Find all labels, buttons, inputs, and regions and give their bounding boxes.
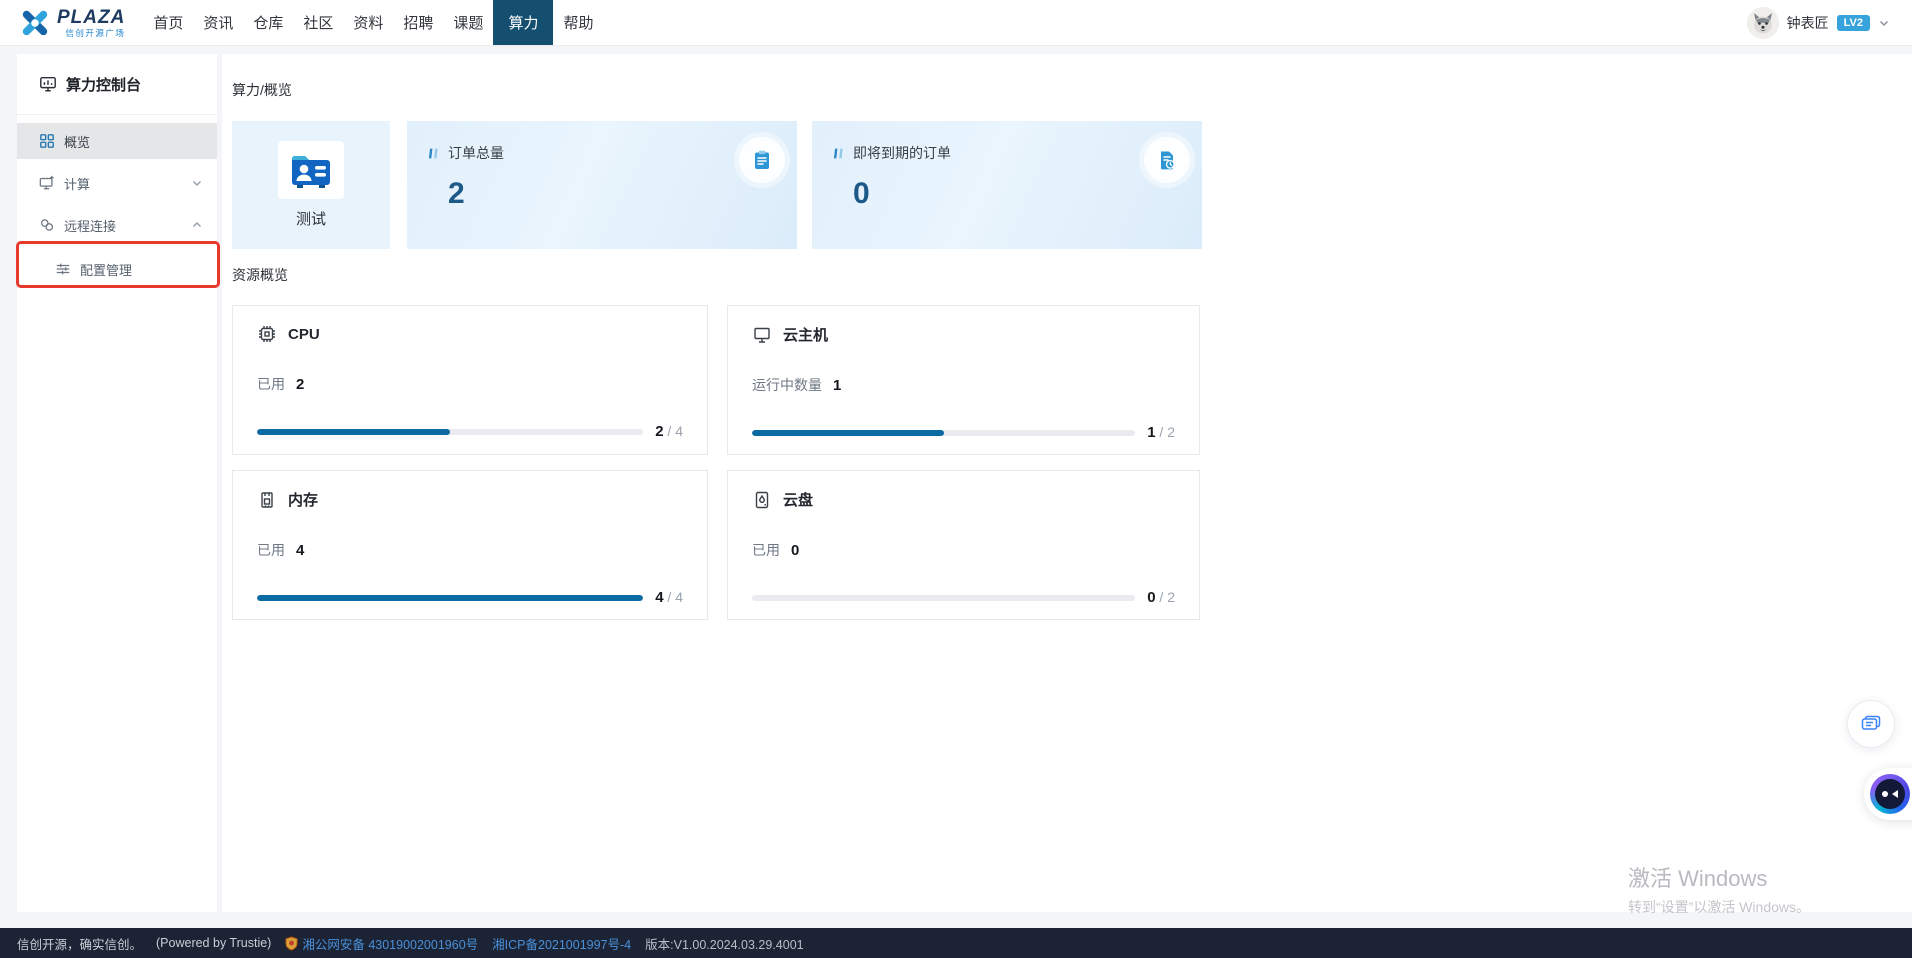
double-bar-icon (427, 147, 440, 160)
brand-subtitle: 信创开源广场 (57, 29, 125, 38)
nav-item-docs[interactable]: 资料 (343, 0, 393, 45)
footer-version: 版本:V1.00.2024.03.29.4001 (645, 934, 803, 953)
breadcrumb: 算力/概览 (232, 80, 292, 100)
robot-face-icon (1870, 774, 1910, 814)
main-panel: 算力/概览 测试 (222, 54, 1912, 912)
footer-slogan: 信创开源，确实信创。 (17, 934, 142, 953)
stat-card-value: 2 (448, 177, 777, 211)
cloud-host-icon (752, 325, 772, 345)
chevron-up-icon (191, 219, 203, 231)
contact-folder-icon (278, 141, 344, 199)
nav-item-community[interactable]: 社区 (293, 0, 343, 45)
cloud-disk-icon (752, 490, 772, 510)
nav-item-home[interactable]: 首页 (143, 0, 193, 45)
stat-card-total-orders: 订单总量 2 (407, 121, 797, 249)
footer-powered-by: (Powered by Trustie) (156, 936, 271, 950)
sidebar: 算力控制台 概览 (17, 54, 217, 912)
chat-messages-icon (1859, 712, 1883, 736)
ai-assistant-button[interactable] (1864, 768, 1912, 820)
user-avatar[interactable] (1747, 7, 1779, 39)
metric-value: 1 (833, 377, 841, 394)
metric-value: 0 (791, 542, 799, 559)
police-record-link[interactable]: 湘公网安备 43019002001960号 (285, 934, 478, 953)
nav-item-computing[interactable]: 算力 (493, 0, 553, 45)
metric-label: 已用 (752, 540, 780, 560)
main-nav: 首页 资讯 仓库 社区 资料 招聘 课题 算力 帮助 (143, 0, 603, 45)
metric-label: 已用 (257, 374, 285, 394)
progress-bar (752, 595, 1135, 601)
top-navbar: PLAZA 信创开源广场 首页 资讯 仓库 社区 资料 招聘 课题 算力 帮助 (0, 0, 1912, 46)
grid-icon (39, 133, 55, 149)
progress-ratio: 4 / 4 (655, 589, 683, 606)
progress-ratio: 1 / 2 (1147, 424, 1175, 441)
resource-card-title: 云主机 (783, 324, 828, 345)
resource-card-title: 云盘 (783, 489, 813, 510)
stat-card-title: 订单总量 (427, 143, 777, 163)
memory-icon (257, 490, 277, 510)
husky-dog-avatar-icon (1747, 7, 1779, 39)
progress-ratio: 0 / 2 (1147, 589, 1175, 606)
clipboard-icon (739, 137, 785, 183)
progress-ratio: 2 / 4 (655, 423, 683, 440)
chevron-down-icon (191, 177, 203, 189)
chevron-down-icon (1878, 17, 1890, 29)
icp-record-link[interactable]: 湘ICP备2021001997号-4 (492, 934, 631, 953)
user-menu[interactable]: 钟表匠 LV2 (1747, 7, 1890, 39)
brand-name: PLAZA (57, 8, 125, 27)
x-pinwheel-logo-icon (20, 8, 50, 38)
resource-card-memory: 内存 已用 4 4 / 4 (232, 470, 708, 620)
resource-card-cpu: CPU 已用 2 2 / 4 (232, 305, 708, 455)
cpu-chip-icon (257, 324, 277, 344)
app-root: PLAZA 信创开源广场 首页 资讯 仓库 社区 资料 招聘 课题 算力 帮助 (0, 0, 1912, 958)
stat-card-expiring-orders: 即将到期的订单 0 (812, 121, 1202, 249)
document-clock-icon (1144, 137, 1190, 183)
nav-item-repo[interactable]: 仓库 (243, 0, 293, 45)
feedback-chat-button[interactable] (1847, 700, 1895, 748)
public-security-badge-icon (285, 936, 298, 951)
monitor-chart-icon (39, 75, 57, 93)
sidebar-menu: 概览 计算 (17, 115, 217, 289)
project-card-label: 测试 (296, 208, 326, 229)
nav-item-jobs[interactable]: 招聘 (393, 0, 443, 45)
resource-card-title: CPU (288, 326, 320, 343)
progress-bar (257, 429, 643, 435)
metric-value: 4 (296, 542, 304, 559)
nav-item-topics[interactable]: 课题 (443, 0, 493, 45)
project-card[interactable]: 测试 (232, 121, 390, 249)
stat-card-title: 即将到期的订单 (832, 143, 1182, 163)
progress-bar (752, 430, 1135, 436)
metric-label: 已用 (257, 540, 285, 560)
footer-bar: 信创开源，确实信创。 (Powered by Trustie) 湘公网安备 43… (0, 928, 1912, 958)
user-level-badge: LV2 (1837, 15, 1870, 31)
resource-card-cloud-host: 云主机 运行中数量 1 1 / 2 (727, 305, 1200, 455)
sidebar-title: 算力控制台 (17, 54, 217, 115)
sliders-icon (55, 261, 71, 277)
progress-bar (257, 595, 643, 601)
metric-label: 运行中数量 (752, 375, 822, 395)
resource-card-cloud-disk: 云盘 已用 0 0 / 2 (727, 470, 1200, 620)
sidebar-item-remote-connection[interactable]: 远程连接 (17, 207, 217, 243)
link-rings-icon (39, 217, 55, 233)
sidebar-item-compute[interactable]: 计算 (17, 165, 217, 201)
stat-card-value: 0 (853, 177, 1182, 211)
nav-item-news[interactable]: 资讯 (193, 0, 243, 45)
sidebar-item-overview[interactable]: 概览 (17, 123, 217, 159)
resources-section-title: 资源概览 (232, 265, 288, 285)
brand-logo[interactable]: PLAZA 信创开源广场 (20, 8, 125, 38)
resource-card-title: 内存 (288, 489, 318, 510)
user-name: 钟表匠 (1787, 13, 1829, 33)
metric-value: 2 (296, 376, 304, 393)
monitor-plus-icon (39, 175, 55, 191)
double-bar-icon (832, 147, 845, 160)
sidebar-item-config-management[interactable]: 配置管理 (17, 249, 217, 289)
nav-item-help[interactable]: 帮助 (553, 0, 603, 45)
